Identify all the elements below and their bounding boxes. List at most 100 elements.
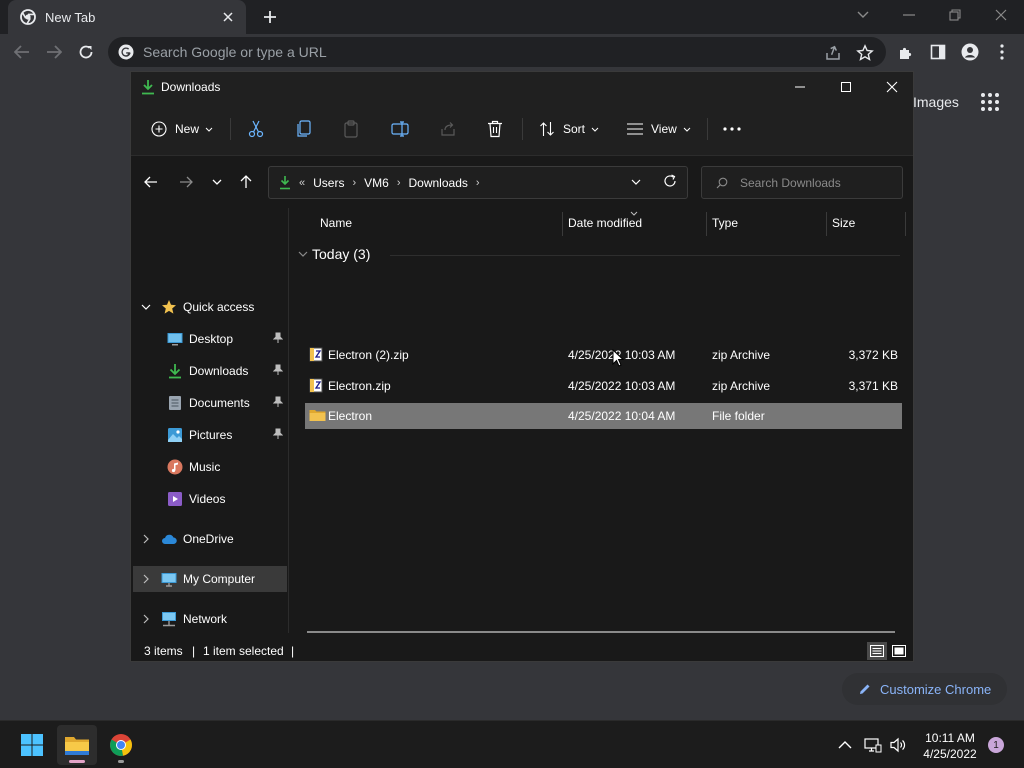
explorer-forward-button[interactable] [174, 170, 198, 194]
chevron-right-icon[interactable]: › [476, 177, 480, 189]
customize-chrome-button[interactable]: Customize Chrome [842, 673, 1007, 705]
chevron-right-icon[interactable]: › [352, 177, 356, 189]
pane-splitter[interactable] [288, 208, 289, 633]
breadcrumb-users[interactable]: Users [313, 176, 344, 190]
table-row[interactable]: Electron (2).zip 4/25/2022 10:03 AM zip … [305, 342, 902, 368]
recent-locations-button[interactable] [205, 170, 229, 194]
omnibox[interactable]: Search Google or type a URL [108, 37, 886, 67]
chevron-down-icon[interactable] [298, 251, 308, 257]
refresh-icon[interactable] [663, 174, 677, 188]
address-bar[interactable]: « Users › VM6 › Downloads › [268, 166, 688, 199]
tiles-view-button[interactable] [889, 642, 909, 660]
cut-button[interactable] [248, 115, 264, 143]
sidebar-item-network[interactable]: Network [133, 606, 287, 632]
copy-button[interactable] [296, 115, 312, 143]
ntp-images-link[interactable]: Images [913, 94, 959, 110]
network-status-icon[interactable] [864, 736, 882, 754]
sidebar-item-music[interactable]: Music [133, 454, 287, 480]
explorer-close-button[interactable] [869, 72, 915, 102]
explorer-back-button[interactable] [139, 170, 163, 194]
sidebar-item-onedrive[interactable]: OneDrive [133, 526, 287, 552]
column-divider[interactable] [905, 212, 906, 236]
breadcrumb-vm6[interactable]: VM6 [364, 176, 389, 190]
column-divider[interactable] [562, 212, 563, 236]
column-divider[interactable] [706, 212, 707, 236]
sidebar-item-downloads[interactable]: Downloads [133, 358, 287, 384]
chevron-right-icon[interactable] [143, 574, 149, 584]
bookmark-star-icon[interactable] [856, 44, 874, 62]
close-window-button[interactable] [987, 3, 1015, 27]
tab-new-tab[interactable]: New Tab [8, 0, 246, 34]
chrome-taskbar-button[interactable] [101, 725, 141, 765]
sidebar-item-my-computer[interactable]: My Computer [133, 566, 287, 592]
google-apps-icon[interactable] [980, 92, 1000, 112]
folder-icon [309, 408, 326, 422]
delete-button[interactable] [487, 115, 503, 143]
breadcrumb-downloads[interactable]: Downloads [409, 176, 468, 190]
paste-button[interactable] [343, 115, 359, 143]
share-button[interactable] [440, 115, 456, 143]
start-button[interactable] [12, 725, 52, 765]
table-row[interactable]: Electron 4/25/2022 10:04 AM File folder [305, 403, 902, 429]
explorer-title-bar[interactable]: Downloads [131, 72, 913, 102]
column-header-date-modified[interactable]: Date modified [568, 216, 642, 230]
column-divider[interactable] [826, 212, 827, 236]
view-button[interactable]: View [627, 115, 691, 143]
chevron-right-icon[interactable] [143, 534, 149, 544]
search-input[interactable]: Search Downloads [701, 166, 903, 199]
address-overflow[interactable]: « [299, 177, 305, 189]
minimize-button[interactable] [895, 3, 923, 27]
chevron-right-icon[interactable] [143, 614, 149, 624]
status-item-count: 3 items [144, 644, 183, 658]
chrome-toolbar: Search Google or type a URL [0, 34, 1024, 70]
address-history-chevron-icon[interactable] [631, 179, 641, 185]
column-header-name[interactable]: Name [320, 216, 352, 230]
sidebar-item-videos[interactable]: Videos [133, 486, 287, 512]
sidebar-item-pictures[interactable]: Pictures [133, 422, 287, 448]
chevron-down-icon[interactable] [141, 304, 151, 310]
explorer-minimize-button[interactable] [777, 72, 823, 102]
taskbar-clock[interactable]: 10:11 AM 4/25/2022 [910, 730, 990, 762]
profile-icon[interactable] [956, 38, 984, 66]
file-size: 3,372 KB [848, 348, 898, 362]
chevron-right-icon[interactable]: › [397, 177, 401, 189]
explorer-maximize-button[interactable] [823, 72, 869, 102]
volume-icon[interactable] [889, 736, 907, 754]
forward-button[interactable] [40, 38, 68, 66]
side-panel-icon[interactable] [924, 38, 952, 66]
pin-icon[interactable] [273, 428, 283, 440]
rename-button[interactable] [391, 115, 409, 143]
details-view-button[interactable] [867, 642, 887, 660]
pin-icon[interactable] [273, 396, 283, 408]
chevron-down-icon [205, 127, 213, 132]
file-explorer-taskbar-button[interactable] [57, 725, 97, 765]
sidebar-item-documents[interactable]: Documents [133, 390, 287, 416]
sidebar-item-quick-access[interactable]: Quick access [133, 294, 287, 320]
chevron-up-icon[interactable] [836, 736, 854, 754]
pin-icon[interactable] [273, 364, 283, 376]
restore-button[interactable] [941, 3, 969, 27]
new-button[interactable]: New [151, 115, 213, 143]
chrome-menu-icon[interactable] [988, 38, 1016, 66]
zip-icon [309, 347, 323, 362]
sidebar-item-desktop[interactable]: Desktop [133, 326, 287, 352]
horizontal-scrollbar[interactable] [307, 631, 895, 633]
more-options-button[interactable] [723, 115, 741, 143]
column-header-type[interactable]: Type [712, 216, 738, 230]
up-button[interactable] [234, 170, 258, 194]
share-icon[interactable] [824, 44, 842, 62]
extensions-icon[interactable] [892, 38, 920, 66]
new-tab-button[interactable] [258, 5, 282, 29]
download-icon [141, 79, 155, 95]
tab-search-chevron-icon[interactable] [849, 3, 877, 27]
column-header-size[interactable]: Size [832, 216, 855, 230]
copy-icon [296, 120, 312, 138]
reload-button[interactable] [72, 38, 100, 66]
pin-icon[interactable] [273, 332, 283, 344]
notification-badge[interactable]: 1 [988, 737, 1004, 753]
close-icon[interactable] [220, 9, 236, 25]
table-row[interactable]: Electron.zip 4/25/2022 10:03 AM zip Arch… [305, 373, 902, 399]
group-header-today[interactable]: Today (3) [298, 246, 370, 262]
sort-button[interactable]: Sort [539, 115, 599, 143]
back-button[interactable] [8, 38, 36, 66]
